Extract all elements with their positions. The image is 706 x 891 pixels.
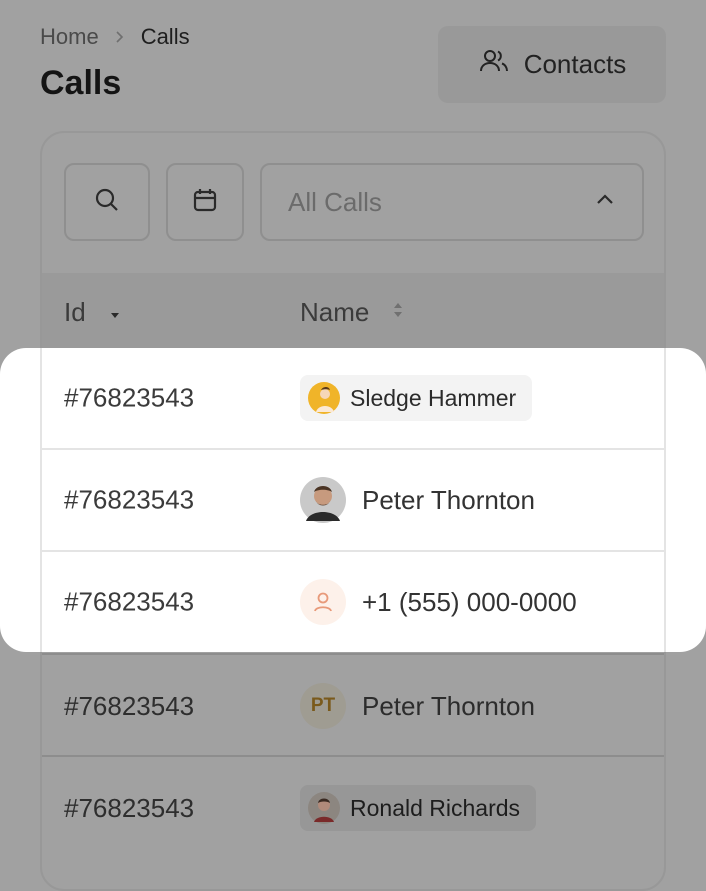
row-name-label: Peter Thornton bbox=[362, 484, 535, 515]
column-header-name[interactable]: Name bbox=[300, 297, 405, 328]
row-name-label: Sledge Hammer bbox=[350, 384, 517, 411]
name-chip: Ronald Richards bbox=[300, 785, 537, 831]
table-row[interactable]: #76823543 Sledge Hammer bbox=[42, 348, 664, 448]
breadcrumb: Home Calls bbox=[40, 24, 190, 50]
row-name: Peter Thornton bbox=[300, 477, 535, 523]
table-header: Id Name bbox=[42, 273, 664, 351]
row-id: #76823543 bbox=[64, 792, 195, 823]
chevron-right-icon bbox=[113, 30, 127, 44]
name-chip: Sledge Hammer bbox=[300, 375, 533, 421]
avatar bbox=[308, 792, 340, 824]
row-id: #76823543 bbox=[64, 382, 195, 413]
column-header-id[interactable]: Id bbox=[64, 297, 122, 328]
chevron-up-icon bbox=[594, 187, 616, 218]
calendar-icon bbox=[190, 185, 220, 220]
row-name: Ronald Richards bbox=[300, 785, 537, 831]
calls-filter-value: All Calls bbox=[288, 186, 382, 217]
row-name-label: +1 (555) 000-0000 bbox=[362, 586, 577, 617]
breadcrumb-home-link[interactable]: Home bbox=[40, 24, 99, 50]
filters-toolbar: All Calls bbox=[64, 163, 644, 241]
row-name: +1 (555) 000-0000 bbox=[300, 579, 577, 625]
table-row[interactable]: #76823543 PT Peter Thornton bbox=[42, 653, 664, 757]
users-icon bbox=[478, 45, 510, 84]
row-name: Sledge Hammer bbox=[300, 375, 533, 421]
row-id: #76823543 bbox=[64, 586, 195, 617]
calls-filter-select[interactable]: All Calls bbox=[260, 163, 644, 241]
avatar: PT bbox=[300, 683, 346, 729]
search-icon bbox=[92, 185, 122, 220]
avatar bbox=[300, 477, 346, 523]
page-title: Calls bbox=[40, 64, 122, 102]
table-row[interactable]: #76823543 +1 (555) 000-0000 bbox=[42, 550, 664, 652]
sort-icon[interactable] bbox=[391, 297, 405, 328]
highlighted-rows-inner: #76823543 Sledge Hammer #76823543 Peter … bbox=[40, 348, 666, 652]
column-header-id-label: Id bbox=[64, 296, 86, 327]
contacts-button-label: Contacts bbox=[523, 49, 627, 79]
date-filter-button[interactable] bbox=[166, 163, 244, 241]
search-button[interactable] bbox=[64, 163, 150, 241]
sort-desc-icon[interactable] bbox=[108, 297, 122, 328]
table-row[interactable]: #76823543 Peter Thornton bbox=[42, 448, 664, 550]
table-row[interactable]: #76823543 Ronald Richards bbox=[42, 755, 664, 859]
row-name-label: Peter Thornton bbox=[362, 690, 535, 721]
breadcrumb-current: Calls bbox=[140, 24, 190, 49]
row-id: #76823543 bbox=[64, 690, 195, 721]
row-name-label: Ronald Richards bbox=[350, 794, 521, 821]
user-icon bbox=[300, 579, 346, 625]
highlighted-rows: #76823543 Sledge Hammer #76823543 Peter … bbox=[0, 348, 706, 652]
row-id: #76823543 bbox=[64, 484, 195, 515]
row-name: PT Peter Thornton bbox=[300, 683, 535, 729]
avatar bbox=[308, 382, 340, 414]
contacts-button[interactable]: Contacts bbox=[438, 26, 666, 103]
column-header-name-label: Name bbox=[300, 296, 370, 327]
